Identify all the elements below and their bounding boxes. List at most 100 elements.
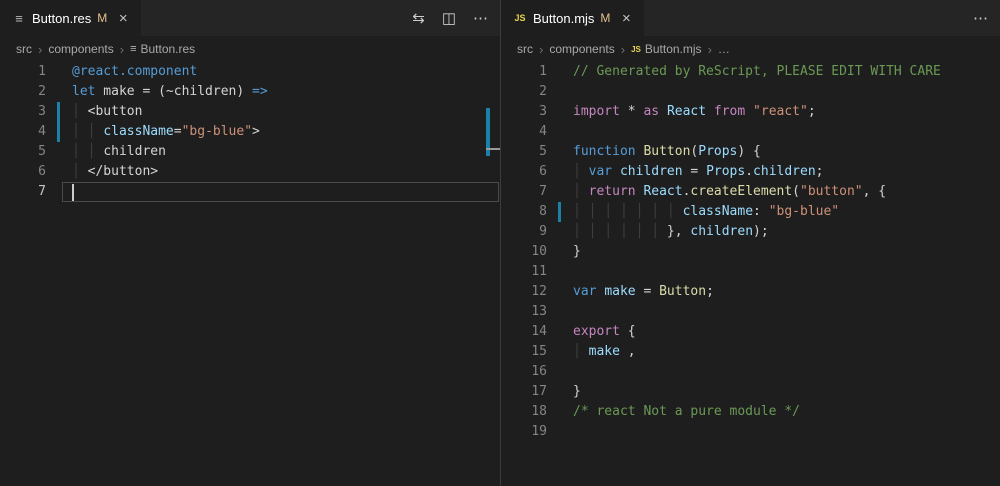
breadcrumb-label: Button.mjs: [645, 42, 702, 56]
code-line[interactable]: 4 │ │ className="bg-blue">: [0, 122, 500, 142]
line-number[interactable]: 16: [501, 362, 547, 382]
code-line[interactable]: 6 │ </button>: [0, 162, 500, 182]
code-line[interactable]: 5function Button(Props) {: [501, 142, 1000, 162]
code-text: // Generated by ReScript, PLEASE EDIT WI…: [573, 62, 941, 82]
line-number[interactable]: 9: [501, 222, 547, 242]
code-text: }: [573, 382, 581, 402]
code-line[interactable]: 5 │ │ children: [0, 142, 500, 162]
line-number[interactable]: 18: [501, 402, 547, 422]
open-changes-icon[interactable]: ⇆: [412, 11, 425, 26]
breadcrumb: src›components›≡Button.res: [0, 36, 500, 62]
line-number[interactable]: 15: [501, 342, 547, 362]
line-number[interactable]: 5: [0, 142, 46, 162]
editor-group-left: ≡Button.resM×⇆◫⋯src›components›≡Button.r…: [0, 0, 500, 486]
git-modified-badge: M: [97, 11, 107, 25]
line-number[interactable]: 19: [501, 422, 547, 442]
file-icon: ≡: [130, 43, 136, 55]
breadcrumb-item[interactable]: components: [549, 42, 614, 56]
breadcrumb-label: components: [48, 42, 113, 56]
breadcrumb-item[interactable]: src: [517, 42, 533, 56]
code-text: import * as React from "react";: [573, 102, 816, 122]
code-text: │ </button>: [72, 162, 158, 182]
editor-actions: ⋯: [956, 0, 1000, 36]
code-text: │ │ │ │ │ │ }, children);: [573, 222, 769, 242]
line-number[interactable]: 11: [501, 262, 547, 282]
code-line[interactable]: 9 │ │ │ │ │ │ }, children);: [501, 222, 1000, 242]
line-number[interactable]: 5: [501, 142, 547, 162]
breadcrumb-label: src: [16, 42, 32, 56]
line-number[interactable]: 3: [501, 102, 547, 122]
line-number[interactable]: 1: [0, 62, 46, 82]
line-number[interactable]: 1: [501, 62, 547, 82]
chevron-right-icon: ›: [621, 42, 625, 57]
line-number[interactable]: 6: [0, 162, 46, 182]
code-line[interactable]: 18/* react Not a pure module */: [501, 402, 1000, 422]
code-line[interactable]: 4: [501, 122, 1000, 142]
line-number[interactable]: 6: [501, 162, 547, 182]
tab-button-mjs[interactable]: JSButton.mjsM×: [501, 0, 644, 36]
code-line[interactable]: 19: [501, 422, 1000, 442]
code-text: │ make ,: [573, 342, 636, 362]
breadcrumb-label: …: [718, 42, 730, 56]
editor-group-right: JSButton.mjsM×⋯src›components›JSButton.m…: [500, 0, 1000, 486]
code-line[interactable]: 7│ return React.createElement("button", …: [501, 182, 1000, 202]
code-line[interactable]: 13: [501, 302, 1000, 322]
more-actions-icon[interactable]: ⋯: [973, 11, 988, 26]
code-line[interactable]: 7: [0, 182, 500, 202]
more-actions-icon[interactable]: ⋯: [473, 11, 488, 26]
code-line[interactable]: 12 var make = Button;: [501, 282, 1000, 302]
line-number[interactable]: 7: [0, 182, 46, 202]
code-line[interactable]: 1 @react.component: [0, 62, 500, 82]
code-line[interactable]: 2: [501, 82, 1000, 102]
code-line[interactable]: 3 import * as React from "react";: [501, 102, 1000, 122]
line-number[interactable]: 4: [0, 122, 46, 142]
code-line[interactable]: 17}: [501, 382, 1000, 402]
line-number[interactable]: 7: [501, 182, 547, 202]
code-line[interactable]: 2 let make = (~children) =>: [0, 82, 500, 102]
vscode-editor-groups: ≡Button.resM×⇆◫⋯src›components›≡Button.r…: [0, 0, 1000, 486]
tab-bar-left: ≡Button.resM×⇆◫⋯: [0, 0, 500, 36]
line-number[interactable]: 10: [501, 242, 547, 262]
code-line[interactable]: 10}: [501, 242, 1000, 262]
code-text: let make = (~children) =>: [72, 82, 268, 102]
code-editor-left[interactable]: 1 @react.component 2 let make = (~children)…: [0, 62, 500, 486]
code-text: var make = Button;: [573, 282, 714, 302]
breadcrumb: src›components›JSButton.mjs›…: [501, 36, 1000, 62]
code-line[interactable]: 1 // Generated by ReScript, PLEASE EDIT W…: [501, 62, 1000, 82]
code-line[interactable]: 6│ var children = Props.children;: [501, 162, 1000, 182]
line-number[interactable]: 14: [501, 322, 547, 342]
tab-close-icon[interactable]: ×: [618, 10, 634, 27]
line-number[interactable]: 13: [501, 302, 547, 322]
code-line[interactable]: 11: [501, 262, 1000, 282]
text-cursor: [72, 184, 74, 201]
breadcrumb-item[interactable]: src: [16, 42, 32, 56]
line-number[interactable]: 17: [501, 382, 547, 402]
tab-button-res[interactable]: ≡Button.resM×: [0, 0, 141, 36]
line-number[interactable]: 2: [501, 82, 547, 102]
breadcrumb-item[interactable]: components: [48, 42, 113, 56]
code-text: │ │ className="bg-blue">: [72, 122, 260, 142]
code-text: @react.component: [72, 62, 197, 82]
code-text: export {: [573, 322, 636, 342]
code-editor-right[interactable]: 1 // Generated by ReScript, PLEASE EDIT W…: [501, 62, 1000, 486]
breadcrumb-item[interactable]: JS Button.mjs: [631, 42, 702, 56]
line-number[interactable]: 8: [501, 202, 547, 222]
code-line[interactable]: 3│ <button: [0, 102, 500, 122]
js-file-icon: JS: [511, 13, 529, 23]
code-line[interactable]: 16: [501, 362, 1000, 382]
chevron-right-icon: ›: [120, 42, 124, 57]
line-number[interactable]: 4: [501, 122, 547, 142]
line-number[interactable]: 2: [0, 82, 46, 102]
breadcrumb-item[interactable]: ≡Button.res: [130, 42, 195, 56]
breadcrumb-item[interactable]: …: [718, 42, 730, 56]
code-line[interactable]: 8│ │ │ │ │ │ │ className: "bg-blue": [501, 202, 1000, 222]
line-number[interactable]: 12: [501, 282, 547, 302]
tab-close-icon[interactable]: ×: [115, 10, 131, 27]
js-file-icon: JS: [631, 45, 641, 54]
line-number[interactable]: 3: [0, 102, 46, 122]
code-text: │ │ children: [72, 142, 166, 162]
breadcrumb-label: components: [549, 42, 614, 56]
split-editor-icon[interactable]: ◫: [442, 11, 456, 26]
code-line[interactable]: 14 export {: [501, 322, 1000, 342]
code-line[interactable]: 15 │ make ,: [501, 342, 1000, 362]
